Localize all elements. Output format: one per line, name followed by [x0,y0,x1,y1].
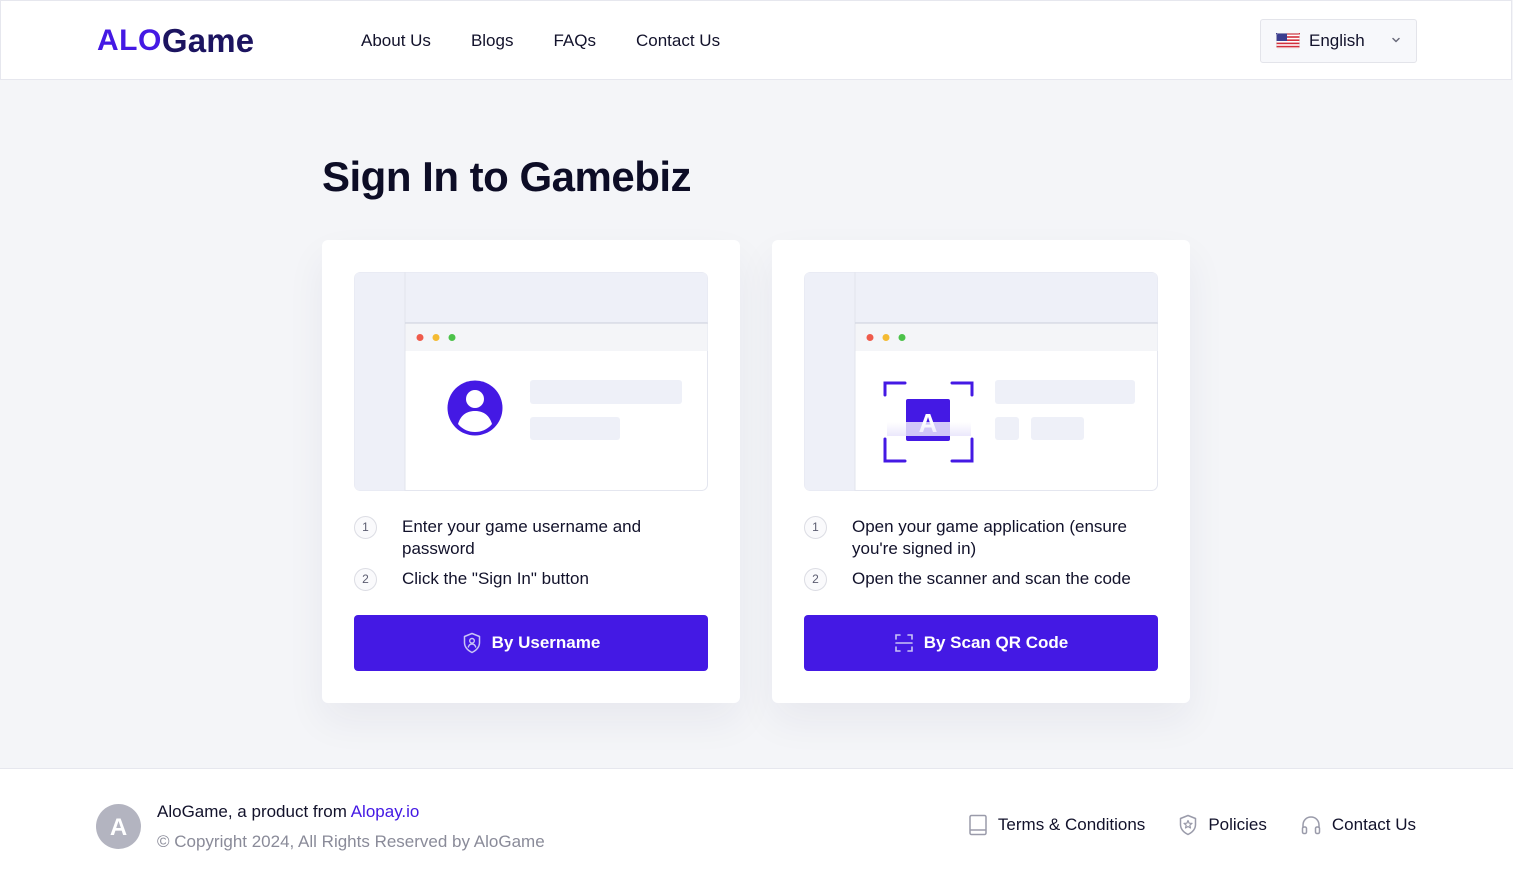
headphones-icon [1301,816,1321,835]
us-flag-icon [1276,33,1300,49]
product-text: AloGame, a product from [157,802,347,821]
footer-policies-link[interactable]: Policies [1178,814,1267,836]
main-nav: About Us Blogs FAQs Contact Us [361,1,720,81]
by-username-label: By Username [491,633,601,652]
alogame-logo[interactable]: ALO Game [97,22,255,59]
language-selector[interactable]: English [1260,19,1417,63]
by-scan-qr-label: By Scan QR Code [923,633,1069,652]
copyright-text: © Copyright 2024, All Rights Reserved by… [157,832,545,851]
step-number: 1 [804,516,827,539]
step-item: 1 Enter your game username and password [354,516,708,560]
by-scan-qr-button[interactable]: By Scan QR Code [804,615,1158,671]
terms-label: Terms & Conditions [997,815,1146,834]
footer-terms-link[interactable]: Terms & Conditions [968,814,1145,836]
user-avatar-icon [447,380,503,436]
nav-faqs[interactable]: FAQs [553,31,596,51]
chevron-down-icon [1392,37,1400,43]
qr-steps: 1 Open your game application (ensure you… [804,516,1158,598]
qr-scan-illustration: A [804,272,1158,491]
top-header: ALO Game About Us Blogs FAQs Contact Us … [0,0,1512,80]
language-label: English [1309,31,1365,50]
avatar-letter: A [110,814,127,841]
step-number: 1 [354,516,377,539]
step-number: 2 [354,568,377,591]
step-text: Open the scanner and scan the code [852,569,1131,588]
step-number: 2 [804,568,827,591]
alopay-link[interactable]: Alopay.io [351,802,420,821]
page-title: Sign In to Gamebiz [322,153,692,200]
product-line: AloGame, a product from Alopay.io [157,802,419,822]
contact-label: Contact Us [1331,815,1416,834]
nav-about-us[interactable]: About Us [361,31,431,51]
step-item: 2 Click the "Sign In" button [354,568,708,591]
footer-links: Terms & Conditions Policies Contact Us [968,814,1416,836]
step-text: Click the "Sign In" button [402,569,589,588]
by-username-button[interactable]: By Username [354,615,708,671]
shield-star-icon [1180,814,1197,836]
alogame-avatar-icon: A [96,804,141,849]
username-illustration [354,272,708,491]
step-text: Enter your game username and password [402,517,642,558]
logo-part1: ALO [97,24,162,57]
shield-user-icon [463,632,480,654]
nav-contact-us[interactable]: Contact Us [636,31,720,51]
step-item: 2 Open the scanner and scan the code [804,568,1158,591]
username-steps: 1 Enter your game username and password … [354,516,708,598]
step-text: Open your game application (ensure you'r… [852,517,1127,558]
document-icon [969,814,987,836]
logo-part2: Game [161,22,255,59]
nav-blogs[interactable]: Blogs [471,31,514,51]
footer-contact-link[interactable]: Contact Us [1300,814,1416,836]
step-item: 1 Open your game application (ensure you… [804,516,1158,560]
username-signin-card: 1 Enter your game username and password … [322,240,740,703]
scan-icon [894,634,913,652]
policies-label: Policies [1208,815,1267,834]
page-footer: A AloGame, a product from Alopay.io © Co… [0,768,1513,884]
qr-signin-card: A 1 Open your game application (ensure y… [772,240,1190,703]
